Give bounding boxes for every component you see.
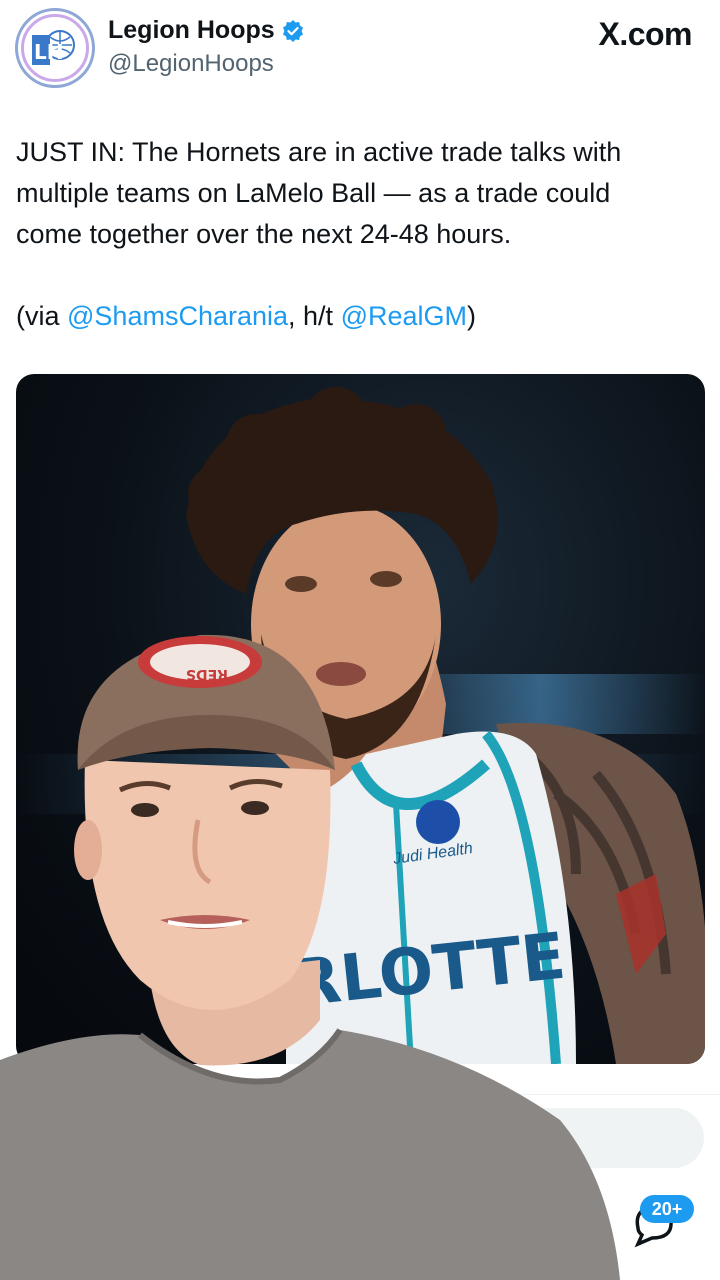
svg-text:LH: LH — [34, 40, 63, 64]
via-middle: , h/t — [288, 301, 341, 331]
tweet-attribution: (via @ShamsCharania, h/t @RealGM) — [16, 296, 476, 337]
mention-link-realgm[interactable]: @RealGM — [341, 301, 467, 331]
author-handle[interactable]: @LegionHoops — [108, 50, 274, 78]
author-display-name[interactable]: Legion Hoops — [108, 16, 275, 45]
creator-video-overlay: REDS — [0, 634, 620, 1280]
via-suffix: ) — [467, 301, 476, 331]
svg-text:REDS: REDS — [186, 666, 228, 682]
legion-hoops-logo: LH — [32, 30, 75, 65]
tweet-body: JUST IN: The Hornets are in active trade… — [16, 132, 706, 255]
reply-count-badge[interactable]: 20+ — [640, 1195, 694, 1223]
author-name-row: Legion Hoops — [108, 16, 305, 45]
tweet-line: multiple teams on LaMelo Ball — as a tra… — [16, 178, 611, 208]
verified-badge-icon — [282, 19, 303, 42]
mention-link-shams[interactable]: @ShamsCharania — [67, 301, 288, 331]
author-avatar[interactable]: LH — [15, 8, 95, 88]
tweet-line: come together over the next 24-48 hours. — [16, 219, 512, 249]
tweet-header: LH Legion Hoops @LegionHoops X.com — [0, 0, 720, 100]
via-prefix: (via — [16, 301, 68, 331]
tweet-line: JUST IN: The Hornets are in active trade… — [16, 137, 622, 167]
source-label: X.com — [598, 16, 692, 52]
